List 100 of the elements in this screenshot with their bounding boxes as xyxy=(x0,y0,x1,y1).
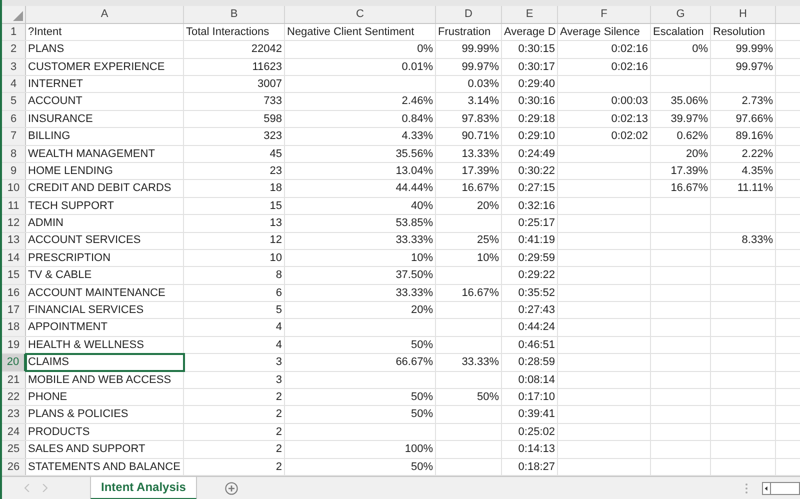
table-cell-text: 66.67% xyxy=(396,355,433,370)
table-cell-text: 0:02:13 xyxy=(611,112,648,127)
table-cell-text: 97.66% xyxy=(736,112,773,127)
table-cell-text: 0:28:59 xyxy=(518,355,555,370)
table-cell-text: 0:30:17 xyxy=(518,60,555,75)
table-cell-text: 35.06% xyxy=(670,94,708,110)
table-cell-text: 33.33% xyxy=(396,286,433,301)
table-cell-text: HOME LENDING xyxy=(28,164,113,179)
table-cell-text: 0.84% xyxy=(402,112,433,127)
table-cell-text: 97.83% xyxy=(462,112,499,127)
table-cell-text: 0:17:10 xyxy=(518,390,555,405)
table-cell-text: 323 xyxy=(264,129,282,144)
table-cell-text: 2 xyxy=(276,407,282,422)
column-header[interactable]: E xyxy=(526,6,534,23)
table-cell-text: BILLING xyxy=(28,129,70,144)
table-cell-text: 0:18:27 xyxy=(518,460,555,475)
table-cell-text: 99.99% xyxy=(736,42,773,58)
table-cell-text: 2 xyxy=(276,424,282,440)
table-cell-text: 0:46:51 xyxy=(518,338,555,353)
table-cell-text: 40% xyxy=(410,198,433,214)
table-cell-text: 50% xyxy=(476,390,499,405)
table-cell-text: 33.33% xyxy=(462,355,499,370)
table-cell-text: CUSTOMER EXPERIENCE xyxy=(28,60,165,75)
table-cell-text: 2 xyxy=(276,460,282,475)
table-cell-text: Average Silence xyxy=(560,24,640,40)
column-header[interactable]: G xyxy=(676,6,685,23)
table-cell-text: FINANCIAL SERVICES xyxy=(28,303,144,318)
table-cell-text: 0:29:18 xyxy=(518,112,555,127)
table-cell-text: 20% xyxy=(476,198,499,214)
table-cell-text: 3.14% xyxy=(468,94,499,110)
table-cell-text: 733 xyxy=(264,94,282,110)
table-cell-text: INSURANCE xyxy=(28,112,93,127)
table-cell-text: 4 xyxy=(276,320,282,336)
table-cell-text: 2.22% xyxy=(742,146,773,162)
table-cell-text: 10% xyxy=(410,250,433,266)
table-cell-text: 50% xyxy=(410,338,433,353)
table-cell-text: 2 xyxy=(276,390,282,405)
column-header[interactable]: D xyxy=(464,6,472,23)
table-cell-text: 0:02:02 xyxy=(611,129,648,144)
column-header[interactable]: B xyxy=(230,6,238,23)
table-cell-text: 39.97% xyxy=(670,112,708,127)
table-cell-text: 0:25:17 xyxy=(518,216,555,232)
table-cell-text: 50% xyxy=(410,407,433,422)
table-cell-text: 16.67% xyxy=(462,181,499,196)
table-cell-text: 35.56% xyxy=(396,146,433,162)
table-cell-text: PRODUCTS xyxy=(28,424,90,440)
table-cell-text: 17.39% xyxy=(462,164,499,179)
table-cell-text: 17.39% xyxy=(670,164,708,179)
table-cell-text: 10% xyxy=(476,250,499,266)
table-cell-text: 0% xyxy=(692,42,708,58)
table-cell-text: 90.71% xyxy=(462,129,499,144)
table-cell-text: 0:08:14 xyxy=(518,372,555,388)
table-cell-text: 0:29:59 xyxy=(518,250,555,266)
table-cell-text: 50% xyxy=(410,460,433,475)
table-cell-text: 0:35:52 xyxy=(518,286,555,301)
table-cell-text: 0:02:16 xyxy=(611,42,648,58)
table-cell-text: 2.73% xyxy=(742,94,773,110)
sheet-tab[interactable]: Intent Analysis xyxy=(90,476,197,499)
table-cell-text: 6 xyxy=(276,286,282,301)
table-cell-text: PLANS & POLICIES xyxy=(28,407,128,422)
table-cell-text: 13.33% xyxy=(462,146,499,162)
table-cell-text: 13.04% xyxy=(396,164,433,179)
table-cell-text: 0:32:16 xyxy=(518,198,555,214)
table-cell-text: 0:27:43 xyxy=(518,303,555,318)
table-cell-text: Escalation xyxy=(653,24,704,40)
table-cell-text: 100% xyxy=(404,442,433,458)
table-cell-text: 0:14:13 xyxy=(518,442,555,458)
table-cell-text: Negative Client Sentiment xyxy=(287,24,414,40)
table-cell-text: 13 xyxy=(270,216,282,232)
table-cell-text: ADMIN xyxy=(28,216,64,232)
table-cell-text: 0:00:03 xyxy=(611,94,648,110)
table-cell-text: 10 xyxy=(270,250,282,266)
table-cell-text: TECH SUPPORT xyxy=(28,198,114,214)
table-cell-text: 23 xyxy=(270,164,282,179)
table-cell-text: 99.97% xyxy=(736,60,773,75)
table-cell-text: ACCOUNT SERVICES xyxy=(28,233,141,248)
table-cell-text: 0.01% xyxy=(402,60,433,75)
table-cell-text: 99.97% xyxy=(462,60,499,75)
table-cell-text: 3 xyxy=(276,372,282,388)
table-cell-text: 0:30:22 xyxy=(518,164,555,179)
table-cell-text: SALES AND SUPPORT xyxy=(28,442,146,458)
column-header[interactable]: C xyxy=(356,6,364,23)
table-cell-text: 598 xyxy=(264,112,282,127)
table-cell-text: 5 xyxy=(276,303,282,318)
table-cell-text: PHONE xyxy=(28,390,68,405)
column-header[interactable]: H xyxy=(739,6,747,23)
table-cell-text: 0:30:16 xyxy=(518,94,555,110)
table-cell-text: 3 xyxy=(276,355,282,370)
table-cell-text: WEALTH MANAGEMENT xyxy=(28,146,155,162)
table-cell-text: Frustration xyxy=(438,24,491,40)
table-cell-text: 15 xyxy=(270,198,282,214)
table-cell-text: 50% xyxy=(410,390,433,405)
column-header[interactable]: A xyxy=(100,6,108,23)
table-cell-text: 20% xyxy=(410,303,433,318)
table-cell-text: 0:41:19 xyxy=(518,233,555,248)
table-cell-text: 25% xyxy=(476,233,499,248)
column-header[interactable]: F xyxy=(600,6,608,23)
table-cell-text: HEALTH & WELLNESS xyxy=(28,338,144,353)
table-cell-text: STATEMENTS AND BALANCE xyxy=(28,460,180,475)
table-cell-text: ACCOUNT MAINTENANCE xyxy=(28,286,166,301)
